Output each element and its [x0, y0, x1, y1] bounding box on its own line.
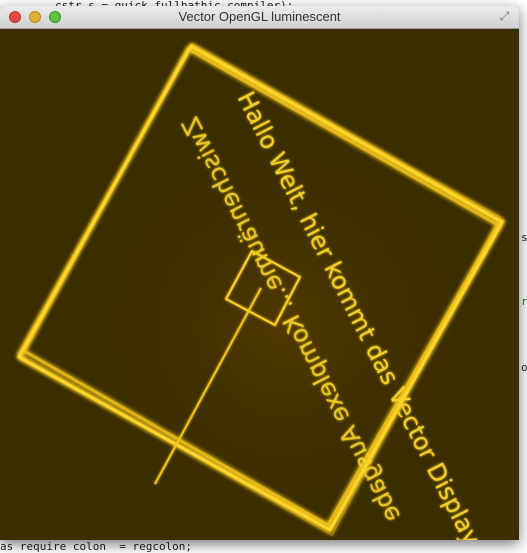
center-glow	[75, 119, 455, 499]
window-title: Vector OpenGL luminescent	[178, 9, 341, 24]
app-window: Vector OpenGL luminescent ⤢ Zwischenräum…	[0, 6, 519, 540]
vector-display-svg: Zwischenräume... Komplexe Ausgabe Hallo …	[0, 29, 519, 540]
opengl-canvas[interactable]: Zwischenräume... Komplexe Ausgabe Hallo …	[0, 29, 519, 540]
title-bar[interactable]: Vector OpenGL luminescent ⤢	[0, 6, 519, 29]
code-fragment-right-3: o	[521, 361, 527, 374]
code-fragment-right-2: r	[521, 295, 527, 308]
code-fragment-right-1: s	[521, 231, 527, 244]
fullscreen-arrows-icon[interactable]: ⤢	[498, 10, 511, 23]
code-line-bottom: as require colon = regcolon;	[0, 540, 193, 553]
